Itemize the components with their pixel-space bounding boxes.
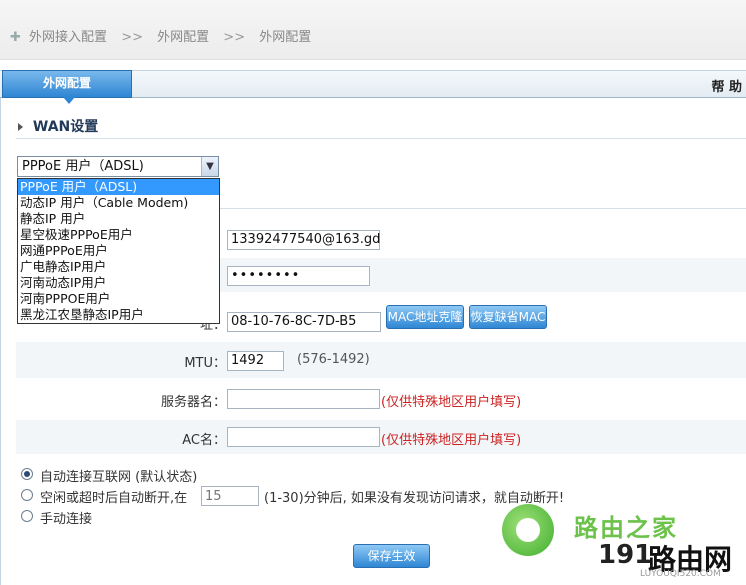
dropdown-option[interactable]: 动态IP 用户（Cable Modem) [18,195,219,211]
manual-connect-radio[interactable] [21,510,33,522]
section-title: WAN设置 [18,116,98,136]
dropdown-option[interactable]: PPPoE 用户（ADSL) [18,179,219,195]
site-watermark: 路由之家 191 路由网 LUYOUQI520.COM [498,500,746,585]
ac-name-note: (仅供特殊地区用户填写) [381,433,522,448]
logo-inner [516,518,540,542]
breadcrumb: ✚ 外网接入配置 >> 外网配置 >> 外网配置 [10,26,311,45]
chevron-down-icon[interactable]: ▼ [201,157,218,176]
breadcrumb-item[interactable]: 外网接入配置 [29,30,107,45]
mtu-input[interactable]: 1492 [227,351,284,371]
connection-type-selected: PPPoE 用户（ADSL) [22,159,144,174]
section-divider [16,138,746,139]
service-name-input[interactable] [227,389,380,409]
watermark-number: 191 [598,540,653,570]
dropdown-option[interactable]: 黑龙江农垦静态IP用户 [18,307,219,323]
dropdown-option[interactable]: 广电静态IP用户 [18,259,219,275]
tab-bar: 外网配置 帮 助 [0,70,746,104]
idle-minutes-input[interactable] [201,486,259,506]
account-input[interactable]: 13392477540@163.gd [227,230,380,250]
service-name-note: (仅供特殊地区用户填写) [381,395,522,410]
mtu-range-hint: (576-1492) [297,352,370,367]
triangle-right-icon [18,123,23,131]
auto-connect-radio[interactable] [21,468,33,480]
service-name-label: 服务器名： [160,395,226,410]
tab-wan-config[interactable]: 外网配置 [2,70,132,104]
help-link[interactable]: 帮 助 [711,76,742,95]
breadcrumb-item[interactable]: 外网配置 [157,30,209,45]
breadcrumb-separator: >> [121,30,143,45]
auto-connect-label: 自动连接互联网 (默认状态) [40,470,198,485]
breadcrumb-item: 外网配置 [259,30,312,45]
section-title-text: WAN设置 [32,119,99,135]
mac-clone-button[interactable]: MAC地址克隆 [386,305,464,329]
dropdown-option[interactable]: 网通PPPoE用户 [18,243,219,259]
mac-input[interactable]: 08-10-76-8C-7D-B5 [227,312,381,332]
idle-disconnect-radio[interactable] [21,489,33,501]
mtu-label: MTU： [184,356,226,371]
idle-disconnect-label: 空闲或超时后自动断开,在 [40,491,188,506]
connection-type-select[interactable]: PPPoE 用户（ADSL) ▼ [17,156,219,177]
save-button[interactable]: 保存生效 [353,544,430,568]
breadcrumb-separator: >> [223,30,246,45]
restore-default-mac-button[interactable]: 恢复缺省MAC [469,305,547,329]
top-header: ✚ 外网接入配置 >> 外网配置 >> 外网配置 [0,0,746,60]
dropdown-option[interactable]: 河南PPPOE用户 [18,291,219,307]
router-home-logo-icon [502,504,554,556]
password-input[interactable]: •••••••• [227,266,370,286]
ac-name-input[interactable] [227,427,380,447]
ac-name-label: AC名： [182,433,226,448]
tab-label: 外网配置 [42,76,91,90]
plus-icon: ✚ [10,30,21,45]
radio-selected-dot [24,471,30,477]
dropdown-option[interactable]: 河南动态IP用户 [18,275,219,291]
watermark-url: LUYOUQI520.COM [640,569,721,579]
manual-connect-label: 手动连接 [40,512,93,527]
connection-type-dropdown: PPPoE 用户（ADSL) 动态IP 用户（Cable Modem) 静态IP… [17,178,220,324]
dropdown-option[interactable]: 静态IP 用户 [18,211,219,227]
dropdown-option[interactable]: 星空极速PPPoE用户 [18,227,219,243]
